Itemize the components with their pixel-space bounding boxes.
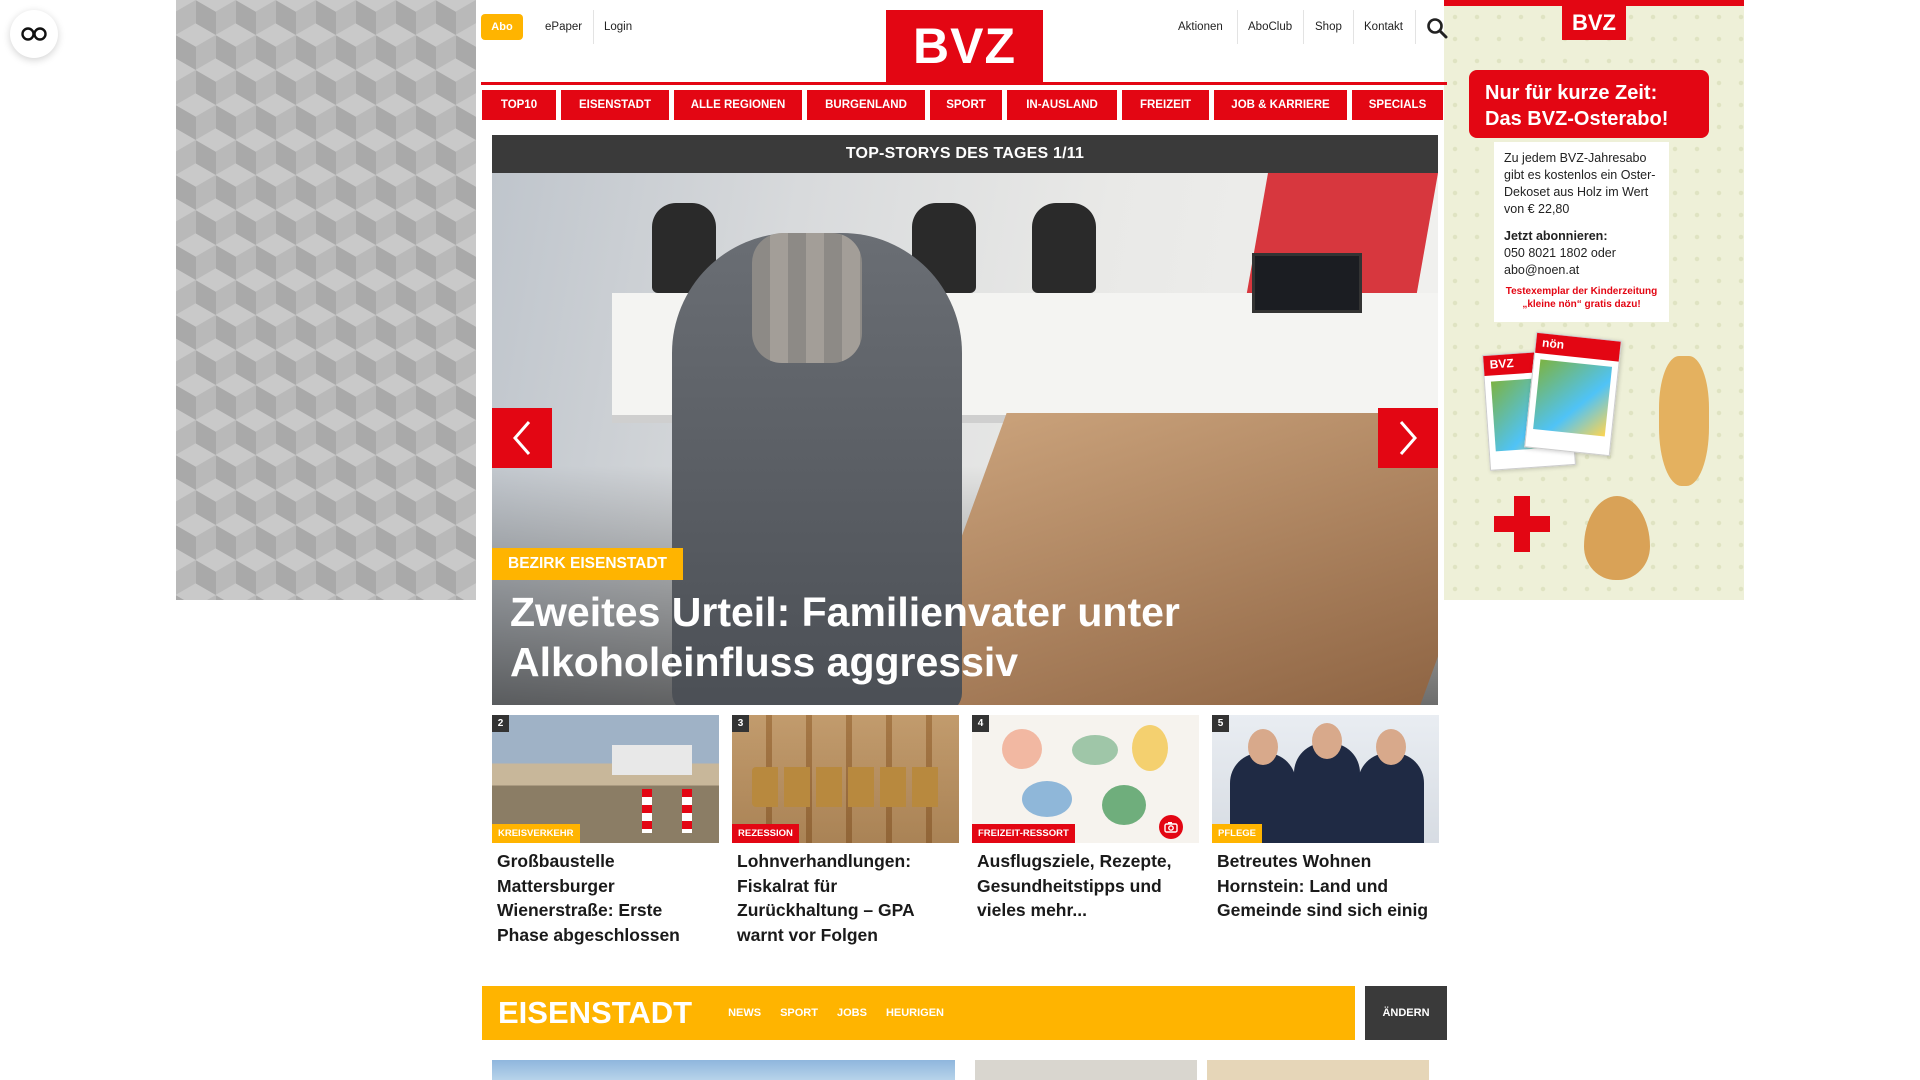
nav-item-top10[interactable]: TOP10 — [482, 90, 556, 120]
carousel-heading: TOP-STORYS DES TAGES 1/11 — [492, 135, 1438, 173]
kontakt-link[interactable]: Kontakt — [1364, 14, 1403, 40]
teaser-card[interactable]: 5 PFLEGE Betreutes Wohnen Hornstein: Lan… — [1212, 715, 1439, 923]
article-image[interactable] — [1207, 1060, 1429, 1080]
chevron-left-icon — [513, 421, 531, 455]
hero-image[interactable]: BEZIRK EISENSTADT Zweites Urteil: Famili… — [492, 173, 1438, 705]
teaser-image: 5 PFLEGE — [1212, 715, 1439, 843]
divider — [1303, 10, 1304, 44]
teaser-category: KREISVERKEHR — [492, 824, 580, 843]
ad-text: Zu jedem BVZ-Jahresabo gibt es kostenlos… — [1504, 151, 1656, 216]
teaser-category: PFLEGE — [1212, 824, 1263, 843]
nav-item-in-ausland[interactable]: IN-AUSLAND — [1007, 90, 1117, 120]
nav-item-specials[interactable]: SPECIALS — [1352, 90, 1443, 120]
teaser-title[interactable]: Großbaustelle Mattersburger Wienerstraße… — [492, 843, 719, 947]
change-region-button[interactable]: ÄNDERN — [1365, 986, 1447, 1040]
ad-magazine-noen: nön — [1524, 331, 1622, 457]
nav-item-job-karriere[interactable]: JOB & KARRIERE — [1214, 90, 1347, 120]
site-header: Abo ePaper Login BVZ Aktionen AboClub Sh… — [481, 0, 1448, 82]
region-title[interactable]: EISENSTADT — [498, 995, 692, 1031]
teaser-card[interactable]: 2 KREISVERKEHR Großbaustelle Mattersburg… — [492, 715, 719, 947]
divider — [593, 10, 594, 44]
teaser-rank: 4 — [972, 715, 989, 732]
plus-icon — [1494, 496, 1550, 552]
camera-icon — [1159, 815, 1183, 839]
ad-note: Testexemplar der Kinderzeitung „kleine n… — [1505, 286, 1658, 310]
ad-magazines: BVZ nön — [1482, 331, 1622, 486]
glasses-icon — [21, 27, 47, 41]
teaser-rank: 2 — [492, 715, 509, 732]
teaser-card[interactable]: 3 REZESSION Lohnverhandlungen: Fiskalrat… — [732, 715, 959, 947]
teaser-image: 4 FREIZEIT-RESSORT — [972, 715, 1199, 843]
region-link-jobs[interactable]: JOBS — [837, 1007, 867, 1019]
ad-cta-title: Jetzt abonnieren: — [1504, 229, 1608, 243]
header-rule — [481, 82, 1447, 85]
shop-link[interactable]: Shop — [1315, 14, 1342, 40]
chevron-right-icon — [1399, 421, 1417, 455]
accessibility-button[interactable] — [10, 10, 58, 58]
teaser-rank: 3 — [732, 715, 749, 732]
left-skyscraper-ad[interactable] — [176, 0, 476, 600]
egg-illustration — [1584, 496, 1650, 580]
page: BVZ Nur für kurze Zeit: Das BVZ-Osterabo… — [0, 0, 1920, 1080]
bunny-illustration — [1659, 356, 1709, 486]
teaser-title[interactable]: Betreutes Wohnen Hornstein: Land und Gem… — [1212, 843, 1439, 923]
teaser-category: FREIZEIT-RESSORT — [972, 824, 1075, 843]
ad-logo: BVZ — [1562, 6, 1626, 40]
teaser-title[interactable]: Ausflugsziele, Rezepte, Gesundheitstipps… — [972, 843, 1199, 923]
aboclub-link[interactable]: AboClub — [1248, 14, 1292, 40]
teaser-title[interactable]: Lohnverhandlungen: Fiskalrat für Zurückh… — [732, 843, 959, 947]
nav-item-freizeit[interactable]: FREIZEIT — [1122, 90, 1209, 120]
divider — [1353, 10, 1354, 44]
nav-item-eisenstadt[interactable]: EISENSTADT — [561, 90, 669, 120]
nav-item-sport[interactable]: SPORT — [930, 90, 1002, 120]
teaser-image: 2 KREISVERKEHR — [492, 715, 719, 843]
ad-banner: Nur für kurze Zeit: Das BVZ-Osterabo! — [1469, 70, 1709, 138]
article-image[interactable] — [975, 1060, 1197, 1080]
hero-headline[interactable]: Zweites Urteil: Familienvater unter Alko… — [510, 587, 1410, 687]
top-stories-carousel: TOP-STORYS DES TAGES 1/11 BEZIRK EISENST… — [492, 135, 1438, 705]
login-link[interactable]: Login — [604, 14, 632, 40]
ad-info-card: Zu jedem BVZ-Jahresabo gibt es kostenlos… — [1494, 142, 1669, 322]
region-link-sport[interactable]: SPORT — [780, 1007, 818, 1019]
search-icon[interactable] — [1426, 17, 1448, 39]
nav-item-alle-regionen[interactable]: ALLE REGIONEN — [674, 90, 802, 120]
aktionen-link[interactable]: Aktionen — [1178, 14, 1223, 40]
teaser-card[interactable]: 4 FREIZEIT-RESSORT Ausflugsziele, Rezept… — [972, 715, 1199, 923]
hero-category-badge[interactable]: BEZIRK EISENSTADT — [492, 548, 684, 580]
carousel-prev-button[interactable] — [492, 408, 552, 468]
teaser-image: 3 REZESSION — [732, 715, 959, 843]
divider — [1237, 10, 1238, 44]
nav-item-burgenland[interactable]: BURGENLAND — [807, 90, 925, 120]
main-navigation: TOP10 EISENSTADT ALLE REGIONEN BURGENLAN… — [482, 90, 1448, 120]
divider — [1415, 10, 1416, 44]
teaser-rank: 5 — [1212, 715, 1229, 732]
bvz-logo[interactable]: BVZ — [886, 10, 1043, 82]
region-bar: EISENSTADT NEWS SPORT JOBS HEURIGEN — [482, 986, 1355, 1040]
article-image[interactable] — [492, 1060, 955, 1080]
epaper-link[interactable]: ePaper — [545, 14, 582, 40]
teaser-row: 2 KREISVERKEHR Großbaustelle Mattersburg… — [492, 715, 1439, 955]
teaser-category: REZESSION — [732, 824, 799, 843]
carousel-next-button[interactable] — [1378, 408, 1438, 468]
ad-cta-text: 050 8021 1802 oder abo@noen.at — [1504, 246, 1616, 277]
abo-button[interactable]: Abo — [481, 14, 523, 40]
region-link-news[interactable]: NEWS — [728, 1007, 761, 1019]
region-link-heurigen[interactable]: HEURIGEN — [886, 1007, 944, 1019]
right-skyscraper-ad[interactable]: BVZ Nur für kurze Zeit: Das BVZ-Osterabo… — [1444, 0, 1744, 600]
